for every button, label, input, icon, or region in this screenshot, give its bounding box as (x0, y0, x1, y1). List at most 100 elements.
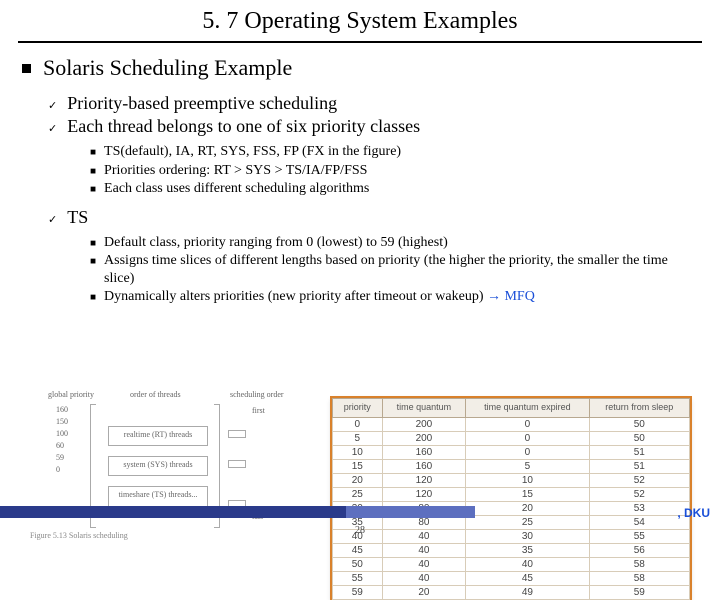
table-cell: 10 (333, 445, 383, 459)
square-bullet-icon: ■ (90, 238, 96, 249)
table-cell: 160 (382, 459, 466, 473)
diagram-box-rt: realtime (RT) threads (108, 426, 208, 446)
table-cell: 50 (589, 417, 689, 431)
table-cell: 0 (466, 431, 589, 445)
scale-tick: 100 (56, 428, 68, 440)
bullet-text: Assigns time slices of different lengths… (104, 252, 698, 287)
table-cell: 35 (466, 543, 589, 557)
table-cell: 0 (466, 445, 589, 459)
diagram-box-sys: system (SYS) threads (108, 456, 208, 476)
table-cell: 59 (333, 585, 383, 599)
table-cell: 45 (466, 571, 589, 585)
table-row: 50404058 (333, 557, 690, 571)
square-bullet-icon: ■ (90, 292, 96, 303)
table-row: 10160051 (333, 445, 690, 459)
table-cell: 160 (382, 445, 466, 459)
table-cell: 40 (382, 557, 466, 571)
order-box-icon (228, 430, 246, 438)
list-item: ■ Assigns time slices of different lengt… (90, 252, 698, 287)
table-cell: 51 (589, 459, 689, 473)
diagram-label-first: first (252, 406, 265, 415)
table-row: 5200050 (333, 431, 690, 445)
content-area: Solaris Scheduling Example ✓ Priority-ba… (0, 55, 720, 306)
table-cell: 120 (382, 487, 466, 501)
table-cell: 45 (333, 543, 383, 557)
table-cell: 50 (589, 431, 689, 445)
page-number: 28 (355, 525, 365, 536)
list-item: ✓ Priority-based preemptive scheduling (48, 93, 698, 114)
table-header: priority (333, 399, 383, 418)
table-row: 0200050 (333, 417, 690, 431)
table-cell: 59 (589, 585, 689, 599)
table-header: time quantum (382, 399, 466, 418)
diagram-header: global priority (48, 390, 94, 399)
table-cell: 40 (382, 529, 466, 543)
section-heading: Solaris Scheduling Example (43, 55, 292, 81)
square-bullet-icon: ■ (90, 147, 96, 158)
list-item: ■ Dynamically alters priorities (new pri… (90, 288, 698, 306)
bullet-text: Dynamically alters priorities (new prior… (104, 288, 535, 306)
list-item: ■ Default class, priority ranging from 0… (90, 234, 698, 252)
bullet-text: Each thread belongs to one of six priori… (67, 116, 420, 137)
diagram-header: scheduling order (230, 390, 284, 399)
figure-caption: Figure 5.13 Solaris scheduling (30, 531, 128, 540)
bullet-text: TS (67, 207, 88, 228)
table-cell: 53 (589, 501, 689, 515)
table-cell: 20 (333, 473, 383, 487)
table-cell: 15 (333, 459, 383, 473)
order-box-icon (228, 460, 246, 468)
bullet-text: Default class, priority ranging from 0 (… (104, 234, 448, 252)
table-row: 45403556 (333, 543, 690, 557)
table-row: 15160551 (333, 459, 690, 473)
table-cell: 55 (589, 529, 689, 543)
scale-tick: 59 (56, 452, 68, 464)
table-cell: 55 (333, 571, 383, 585)
table-cell: 20 (466, 501, 589, 515)
footer-bar-accent (346, 506, 476, 518)
footer-org: , DKU (677, 506, 710, 520)
scale-tick: 150 (56, 416, 68, 428)
table-cell: 0 (466, 417, 589, 431)
mfq-highlight: → MFQ (487, 289, 535, 304)
priority-table: priority time quantum time quantum expir… (332, 398, 690, 600)
square-bullet-icon (22, 64, 31, 73)
table-row: 40403055 (333, 529, 690, 543)
bullet-text-part: Dynamically alters priorities (new prior… (104, 289, 487, 304)
bullet-section: Solaris Scheduling Example (22, 55, 698, 81)
priority-scale: 160 150 100 60 59 0 (56, 404, 68, 476)
table-cell: 40 (382, 543, 466, 557)
table-cell: 10 (466, 473, 589, 487)
list-item: ✓ TS (48, 207, 698, 228)
list-item: ■ Priorities ordering: RT > SYS > TS/IA/… (90, 162, 698, 180)
table-cell: 58 (589, 571, 689, 585)
table-cell: 40 (382, 571, 466, 585)
scale-tick: 60 (56, 440, 68, 452)
title-rule (18, 41, 702, 43)
check-icon: ✓ (48, 99, 57, 112)
square-bullet-icon: ■ (90, 256, 96, 267)
table-cell: 30 (466, 529, 589, 543)
list-item: ■ Each class uses different scheduling a… (90, 180, 698, 198)
table-header: return from sleep (589, 399, 689, 418)
table-row: 59204959 (333, 585, 690, 599)
table-cell: 50 (333, 557, 383, 571)
table-cell: 0 (333, 417, 383, 431)
table-cell: 52 (589, 487, 689, 501)
table-cell: 25 (466, 515, 589, 529)
table-row: 251201552 (333, 487, 690, 501)
table-cell: 120 (382, 473, 466, 487)
table-cell: 200 (382, 417, 466, 431)
scale-tick: 160 (56, 404, 68, 416)
bullet-text: Priority-based preemptive scheduling (67, 93, 337, 114)
table-cell: 49 (466, 585, 589, 599)
check-icon: ✓ (48, 213, 57, 226)
table-cell: 58 (589, 557, 689, 571)
table-header: time quantum expired (466, 399, 589, 418)
table-row: 55404558 (333, 571, 690, 585)
table-row: 201201052 (333, 473, 690, 487)
table-cell: 56 (589, 543, 689, 557)
square-bullet-icon: ■ (90, 184, 96, 195)
table-cell: 15 (466, 487, 589, 501)
scale-tick: 0 (56, 464, 68, 476)
slide-title: 5. 7 Operating System Examples (0, 0, 720, 39)
